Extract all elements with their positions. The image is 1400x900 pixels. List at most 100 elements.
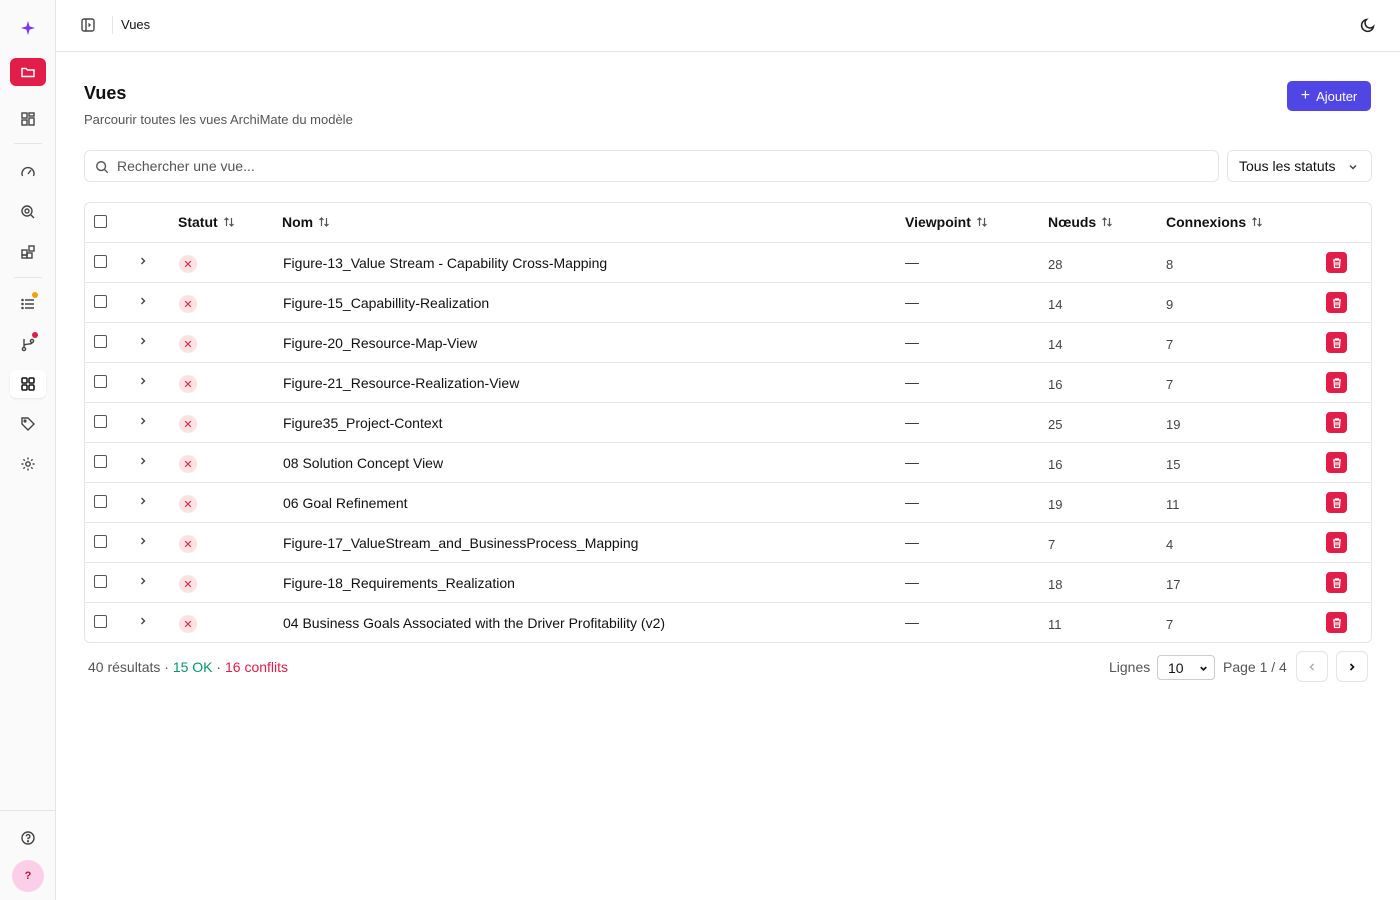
layout-grid-icon[interactable] [10,105,46,133]
row-checkbox[interactable] [94,575,107,588]
row-checkbox[interactable] [94,255,107,268]
view-name[interactable]: Figure-15_Capabillity-Realization [283,295,489,311]
table-row[interactable]: ✕ Figure-18_Requirements_Realization — 1… [85,563,1371,603]
connections-count: 11 [1166,497,1180,512]
table-row[interactable]: ✕ Figure-13_Value Stream - Capability Cr… [85,243,1371,283]
view-name[interactable]: Figure-18_Requirements_Realization [283,575,515,591]
view-name[interactable]: Figure-17_ValueStream_and_BusinessProces… [283,535,638,551]
x-icon: ✕ [179,335,197,353]
view-name[interactable]: 08 Solution Concept View [283,455,443,471]
table-row[interactable]: ✕ 08 Solution Concept View — 16 15 [85,443,1371,483]
row-checkbox[interactable] [94,615,107,628]
table-row[interactable]: ✕ Figure-15_Capabillity-Realization — 14… [85,283,1371,323]
delete-button[interactable] [1326,452,1347,473]
row-checkbox[interactable] [94,335,107,348]
notification-dot [32,292,38,298]
settings-icon[interactable] [10,450,46,478]
nodes-count: 19 [1048,497,1063,512]
zoom-search-icon[interactable] [10,198,46,226]
search-icon [96,161,109,174]
search-box [84,150,1219,182]
view-name[interactable]: Figure-20_Resource-Map-View [283,335,477,351]
moon-icon[interactable] [1360,17,1376,33]
gauge-icon[interactable] [10,158,46,186]
chevron-right-icon[interactable] [137,255,149,267]
column-header-connections[interactable]: Connexions [1166,214,1263,230]
delete-button[interactable] [1326,292,1347,313]
sidebar-toggle-icon[interactable] [80,17,96,33]
rows-per-page-label: Lignes [1109,659,1151,675]
x-icon: ✕ [179,535,197,553]
help-circle-icon[interactable] [10,824,46,852]
ok-count: 15 OK [172,659,213,675]
view-name[interactable]: 04 Business Goals Associated with the Dr… [283,615,665,631]
delete-button[interactable] [1326,412,1347,433]
folder-icon[interactable] [10,58,46,86]
chevron-right-icon [1349,662,1355,671]
column-header-name[interactable]: Nom [282,214,330,230]
page-subtitle: Parcourir toutes les vues ArchiMate du m… [84,112,353,127]
row-checkbox[interactable] [94,375,107,388]
delete-button[interactable] [1326,332,1347,353]
table-row[interactable]: ✕ 06 Goal Refinement — 19 11 [85,483,1371,523]
view-name[interactable]: Figure-13_Value Stream - Capability Cros… [283,255,607,271]
table-row[interactable]: ✕ Figure-21_Resource-Realization-View — … [85,363,1371,403]
rows-per-page-select[interactable]: 10 [1157,655,1215,680]
trash-icon [1332,417,1341,428]
connections-count: 4 [1166,537,1174,552]
column-header-status[interactable]: Statut [178,214,235,230]
status-filter-select[interactable]: Tous les statuts [1227,150,1372,182]
table-row[interactable]: ✕ Figure35_Project-Context — 25 19 [85,403,1371,443]
blocks-icon[interactable] [10,238,46,266]
chevron-right-icon[interactable] [137,295,149,307]
trash-icon [1332,297,1341,308]
table-row[interactable]: ✕ 04 Business Goals Associated with the … [85,603,1371,642]
delete-button[interactable] [1326,532,1347,553]
chevron-right-icon[interactable] [137,375,149,387]
chevron-right-icon[interactable] [137,615,149,627]
sparkle-icon[interactable] [10,14,46,42]
view-name[interactable]: Figure-21_Resource-Realization-View [283,375,519,391]
chevron-right-icon[interactable] [137,495,149,507]
delete-button[interactable] [1326,612,1347,633]
chevron-right-icon[interactable] [137,575,149,587]
results-count: 40 résultats [88,659,161,675]
delete-button[interactable] [1326,572,1347,593]
previous-page-button[interactable] [1296,651,1328,682]
delete-button[interactable] [1326,492,1347,513]
table-row[interactable]: ✕ Figure-20_Resource-Map-View — 14 7 [85,323,1371,363]
sort-icon [223,217,234,227]
search-input[interactable] [117,155,1207,177]
trash-icon [1332,257,1341,268]
table-row[interactable]: ✕ Figure-17_ValueStream_and_BusinessProc… [85,523,1371,563]
chevron-right-icon[interactable] [137,415,149,427]
delete-button[interactable] [1326,372,1347,393]
view-name[interactable]: Figure35_Project-Context [283,415,443,431]
row-checkbox[interactable] [94,415,107,428]
avatar[interactable]: ? [12,860,44,892]
plus-icon: + [1300,87,1311,104]
chevron-right-icon[interactable] [137,535,149,547]
column-header-viewpoint[interactable]: Viewpoint [905,214,988,230]
chevron-right-icon[interactable] [137,455,149,467]
row-checkbox[interactable] [94,455,107,468]
add-button[interactable]: + Ajouter [1287,81,1371,111]
notification-dot [32,332,38,338]
column-header-nodes[interactable]: Nœuds [1048,214,1113,230]
select-all-checkbox[interactable] [94,215,107,228]
view-name[interactable]: 06 Goal Refinement [283,495,408,511]
chevron-right-icon[interactable] [137,335,149,347]
chevron-left-icon [1309,663,1314,670]
delete-button[interactable] [1326,252,1347,273]
tag-icon[interactable] [10,410,46,438]
list-icon[interactable] [10,290,46,318]
views-grid-icon[interactable] [10,370,46,398]
git-branch-icon[interactable] [10,330,46,358]
viewpoint-value: — [905,574,919,590]
row-checkbox[interactable] [94,295,107,308]
trash-icon [1332,577,1341,588]
page-title: Vues [84,83,127,103]
row-checkbox[interactable] [94,535,107,548]
row-checkbox[interactable] [94,495,107,508]
next-page-button[interactable] [1336,651,1368,682]
